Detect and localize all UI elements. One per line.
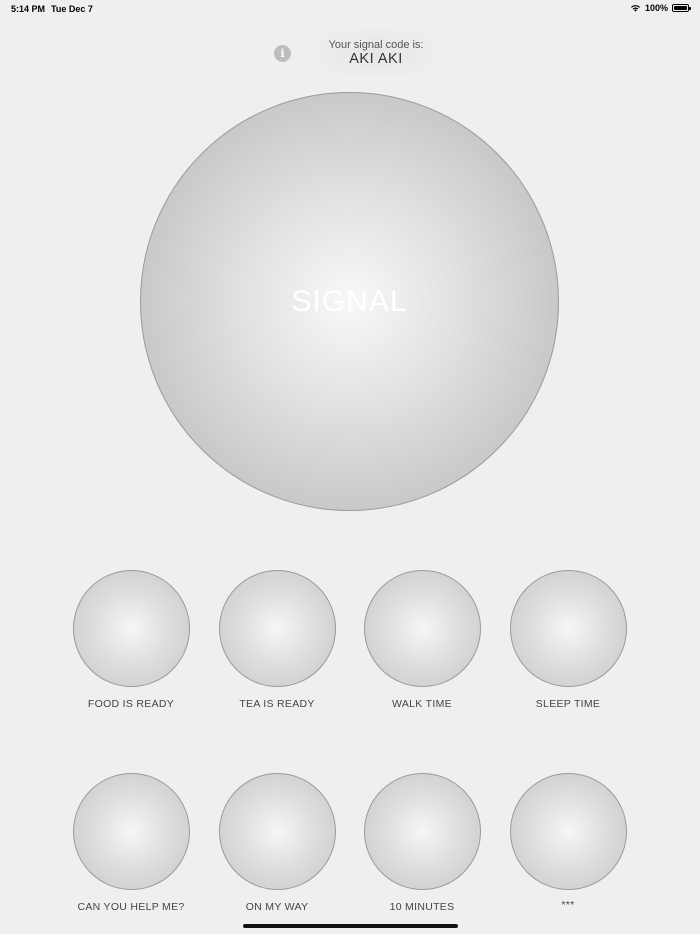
info-icon[interactable]: i [274, 45, 291, 62]
status-bar: 5:14 PM Tue Dec 7 100% [0, 0, 700, 18]
message-circle[interactable] [509, 773, 627, 890]
battery-icon [672, 4, 691, 12]
signal-code-value: AKI AKI [349, 51, 403, 67]
message-circle[interactable] [218, 570, 336, 687]
message-button-tea-is-ready[interactable]: TEA IS READY [204, 570, 350, 710]
message-circle[interactable] [509, 570, 627, 687]
wifi-icon [630, 5, 640, 12]
message-button-sleep-time[interactable]: SLEEP TIME [495, 570, 641, 710]
status-time: 5:14 PM [11, 4, 46, 14]
message-circle[interactable] [72, 773, 190, 890]
message-circle[interactable] [363, 570, 481, 687]
status-indicators: 100% [630, 3, 691, 13]
message-label: SLEEP TIME [535, 698, 601, 710]
message-label: CAN YOU HELP ME? [77, 901, 185, 913]
message-label: FOOD IS READY [87, 698, 175, 710]
message-button-food-is-ready[interactable]: FOOD IS READY [58, 570, 204, 710]
status-date: Tue Dec 7 [51, 4, 93, 14]
signal-button[interactable]: SIGNAL [140, 92, 559, 511]
message-label: WALK TIME [392, 698, 452, 710]
signal-code-box: Your signal code is: AKI AKI [320, 30, 432, 76]
signal-code-label: Your signal code is: [328, 39, 424, 51]
message-label: 10 MINUTES [389, 901, 455, 913]
message-circle[interactable] [363, 773, 481, 890]
message-button-10-minutes[interactable]: 10 MINUTES [349, 773, 495, 913]
message-circle[interactable] [72, 570, 190, 687]
message-label: *** [561, 899, 575, 911]
message-button-can-you-help-me[interactable]: CAN YOU HELP ME? [58, 773, 204, 913]
message-button-on-my-way[interactable]: ON MY WAY [204, 773, 350, 913]
home-indicator[interactable] [243, 924, 458, 928]
signal-button-label: SIGNAL [291, 284, 408, 318]
message-button-walk-time[interactable]: WALK TIME [349, 570, 495, 710]
message-label: ON MY WAY [245, 901, 309, 913]
message-label: TEA IS READY [239, 698, 315, 710]
battery-percent: 100% [644, 3, 668, 13]
message-button-more[interactable]: *** [495, 773, 641, 911]
message-circle[interactable] [218, 773, 336, 890]
